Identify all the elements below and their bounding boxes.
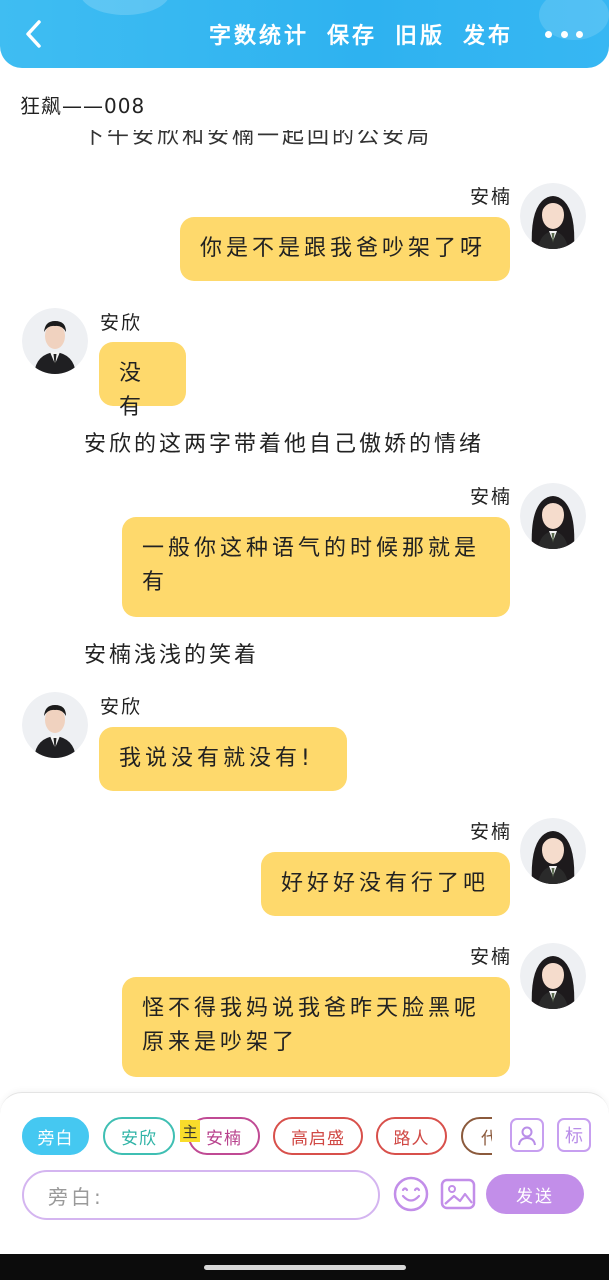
role-chip-an-xin[interactable]: 安欣: [103, 1117, 175, 1155]
portrait-icon: [518, 1126, 536, 1146]
emoji-button[interactable]: [392, 1175, 430, 1213]
image-icon: [440, 1178, 476, 1210]
narration-text[interactable]: 安楠浅浅的笑着: [84, 637, 259, 669]
female-avatar-icon: [520, 943, 586, 1009]
back-arrow-icon: [26, 20, 41, 48]
home-indicator[interactable]: [204, 1265, 406, 1270]
message-bubble[interactable]: 你是不是跟我爸吵架了呀: [180, 217, 510, 281]
portrait-icon-button[interactable]: [510, 1118, 544, 1152]
narration-text[interactable]: 安欣的这两字带着他自己傲娇的情绪: [84, 426, 484, 458]
header-actions: 字数统计 保存 旧版 发布: [209, 0, 513, 68]
send-button[interactable]: 发送: [486, 1174, 584, 1214]
speaker-name: 安楠: [470, 486, 513, 508]
partially-hidden-narration: 下午安欣和安楠一起回的公安局: [82, 130, 433, 149]
top-bar: 字数统计 保存 旧版 发布: [0, 0, 609, 68]
word-count-button[interactable]: 字数统计: [209, 18, 309, 50]
female-avatar-icon: [520, 183, 586, 249]
emoji-icon: [393, 1176, 429, 1212]
dialogue-input[interactable]: 旁白:: [22, 1170, 380, 1220]
speaker-name: 安楠: [470, 186, 513, 208]
message-bubble[interactable]: 怪不得我妈说我爸昨天脸黑呢 原来是吵架了: [122, 977, 510, 1077]
role-selector: 旁白 安欣 安楠 高启盛 路人 代: [22, 1117, 492, 1157]
role-chip-passerby[interactable]: 路人: [376, 1117, 447, 1155]
tag-icon-button[interactable]: 标: [557, 1118, 591, 1152]
story-title: 狂飙——008: [20, 94, 146, 118]
female-avatar-icon: [520, 818, 586, 884]
avatar-an-nan[interactable]: [520, 483, 586, 549]
role-chip-narrator[interactable]: 旁白: [22, 1117, 89, 1155]
back-button[interactable]: [18, 16, 48, 52]
female-avatar-icon: [520, 483, 586, 549]
message-bubble[interactable]: 没有: [99, 342, 186, 420]
speaker-name: 安欣: [100, 696, 143, 718]
male-avatar-icon: [22, 692, 88, 758]
image-button[interactable]: [439, 1175, 477, 1213]
system-nav-bar: [0, 1254, 609, 1280]
speaker-name: 安楠: [470, 821, 513, 843]
tag-icon: 标: [565, 1126, 583, 1147]
more-dots-icon: [545, 30, 552, 38]
save-button[interactable]: 保存: [327, 18, 377, 50]
old-version-button[interactable]: 旧版: [395, 18, 445, 50]
avatar-an-nan[interactable]: [520, 818, 586, 884]
role-chip-partial[interactable]: 代: [461, 1117, 492, 1155]
avatar-an-xin[interactable]: [22, 308, 88, 374]
role-chip-gao-qisheng[interactable]: 高启盛: [273, 1117, 363, 1155]
speaker-name: 安欣: [100, 312, 143, 334]
message-bubble[interactable]: 好好好没有行了吧: [261, 852, 510, 916]
header-decoration: [80, 0, 170, 15]
main-role-badge: 主: [180, 1120, 200, 1142]
more-button[interactable]: [545, 22, 583, 46]
publish-button[interactable]: 发布: [463, 18, 513, 50]
message-bubble[interactable]: 一般你这种语气的时候那就是 有: [122, 517, 510, 617]
avatar-an-nan[interactable]: [520, 183, 586, 249]
avatar-an-nan[interactable]: [520, 943, 586, 1009]
male-avatar-icon: [22, 308, 88, 374]
avatar-an-xin[interactable]: [22, 692, 88, 758]
message-bubble[interactable]: 我说没有就没有!: [99, 727, 347, 791]
speaker-name: 安楠: [470, 946, 513, 968]
